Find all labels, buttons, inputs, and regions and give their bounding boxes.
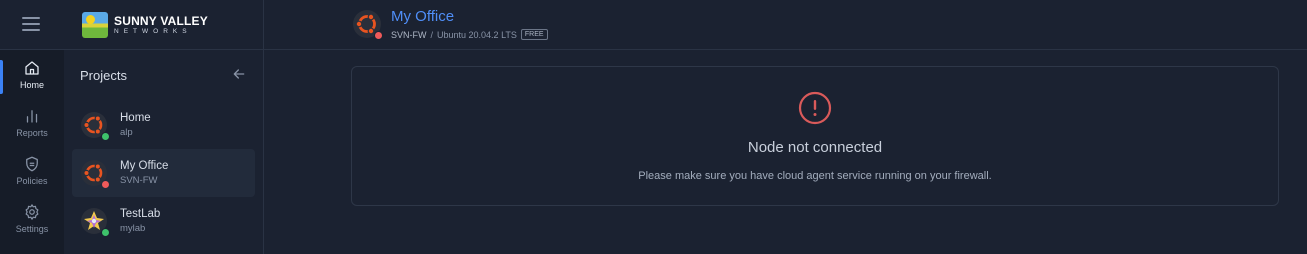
- breadcrumb-separator: /: [430, 29, 434, 40]
- project-item-testlab[interactable]: TestLab mylab: [72, 197, 255, 245]
- node-hostname: SVN-FW: [391, 29, 427, 40]
- status-offline-icon: [101, 180, 110, 189]
- rail-item-settings[interactable]: Settings: [0, 194, 64, 242]
- project-host: SVN-FW: [120, 175, 158, 186]
- bar-chart-icon: [26, 109, 38, 123]
- brand-title: SUNNY VALLEY: [114, 13, 208, 28]
- rail-label: Home: [19, 79, 44, 90]
- logo-icon: [82, 12, 108, 38]
- project-list: Home alp My Office SVN-FW TestLab mylab: [72, 101, 255, 245]
- status-online-icon: [101, 228, 110, 237]
- node-os: Ubuntu 20.04.2 LTS: [437, 29, 517, 40]
- gear-icon: [25, 203, 39, 220]
- project-name: TestLab: [120, 208, 161, 220]
- status-online-icon: [101, 132, 110, 141]
- rail-item-policies[interactable]: Policies: [0, 146, 64, 194]
- ubuntu-icon: [80, 111, 110, 141]
- alert-circle-icon: [798, 91, 832, 125]
- project-item-home[interactable]: Home alp: [72, 101, 255, 149]
- status-title: Node not connected: [747, 139, 883, 156]
- shield-icon: [26, 156, 38, 171]
- icon-rail: Home Reports Policies Settings: [0, 50, 64, 254]
- rail-label: Settings: [15, 223, 49, 234]
- project-host: mylab: [120, 223, 146, 234]
- topbar-brand-area: SUNNY VALLEY NETWORKS: [0, 0, 264, 50]
- rail-label: Policies: [16, 175, 48, 186]
- brand-subtitle: NETWORKS: [114, 27, 192, 35]
- project-host: alp: [120, 127, 133, 138]
- projects-panel: Projects Home alp My Office SVN-FW TestL…: [64, 50, 264, 254]
- project-item-my-office[interactable]: My Office SVN-FW: [72, 149, 255, 197]
- project-name: My Office: [120, 160, 169, 172]
- node-meta: SVN-FW / Ubuntu 20.04.2 LTS FREE: [391, 29, 548, 40]
- ubuntu-icon: [80, 159, 110, 189]
- rail-item-reports[interactable]: Reports: [0, 98, 64, 146]
- rail-label: Reports: [16, 127, 48, 138]
- node-status-card: Node not connected Please make sure you …: [351, 66, 1279, 206]
- home-icon: [25, 60, 39, 75]
- node-header: My Office SVN-FW / Ubuntu 20.04.2 LTS FR…: [264, 0, 1307, 50]
- projects-title: Projects: [80, 68, 127, 83]
- project-name: Home: [120, 112, 151, 124]
- ubuntu-icon: [352, 9, 383, 40]
- status-offline-icon: [374, 31, 383, 40]
- status-message: Please make sure you have cloud agent se…: [638, 170, 992, 182]
- menu-icon[interactable]: [22, 17, 40, 31]
- arrow-left-icon[interactable]: [231, 66, 247, 82]
- page-title: My Office: [391, 8, 455, 25]
- rail-item-home[interactable]: Home: [0, 50, 64, 98]
- opnsense-icon: [80, 207, 110, 237]
- plan-badge: FREE: [520, 29, 548, 40]
- brand-logo[interactable]: SUNNY VALLEY NETWORKS: [82, 12, 208, 38]
